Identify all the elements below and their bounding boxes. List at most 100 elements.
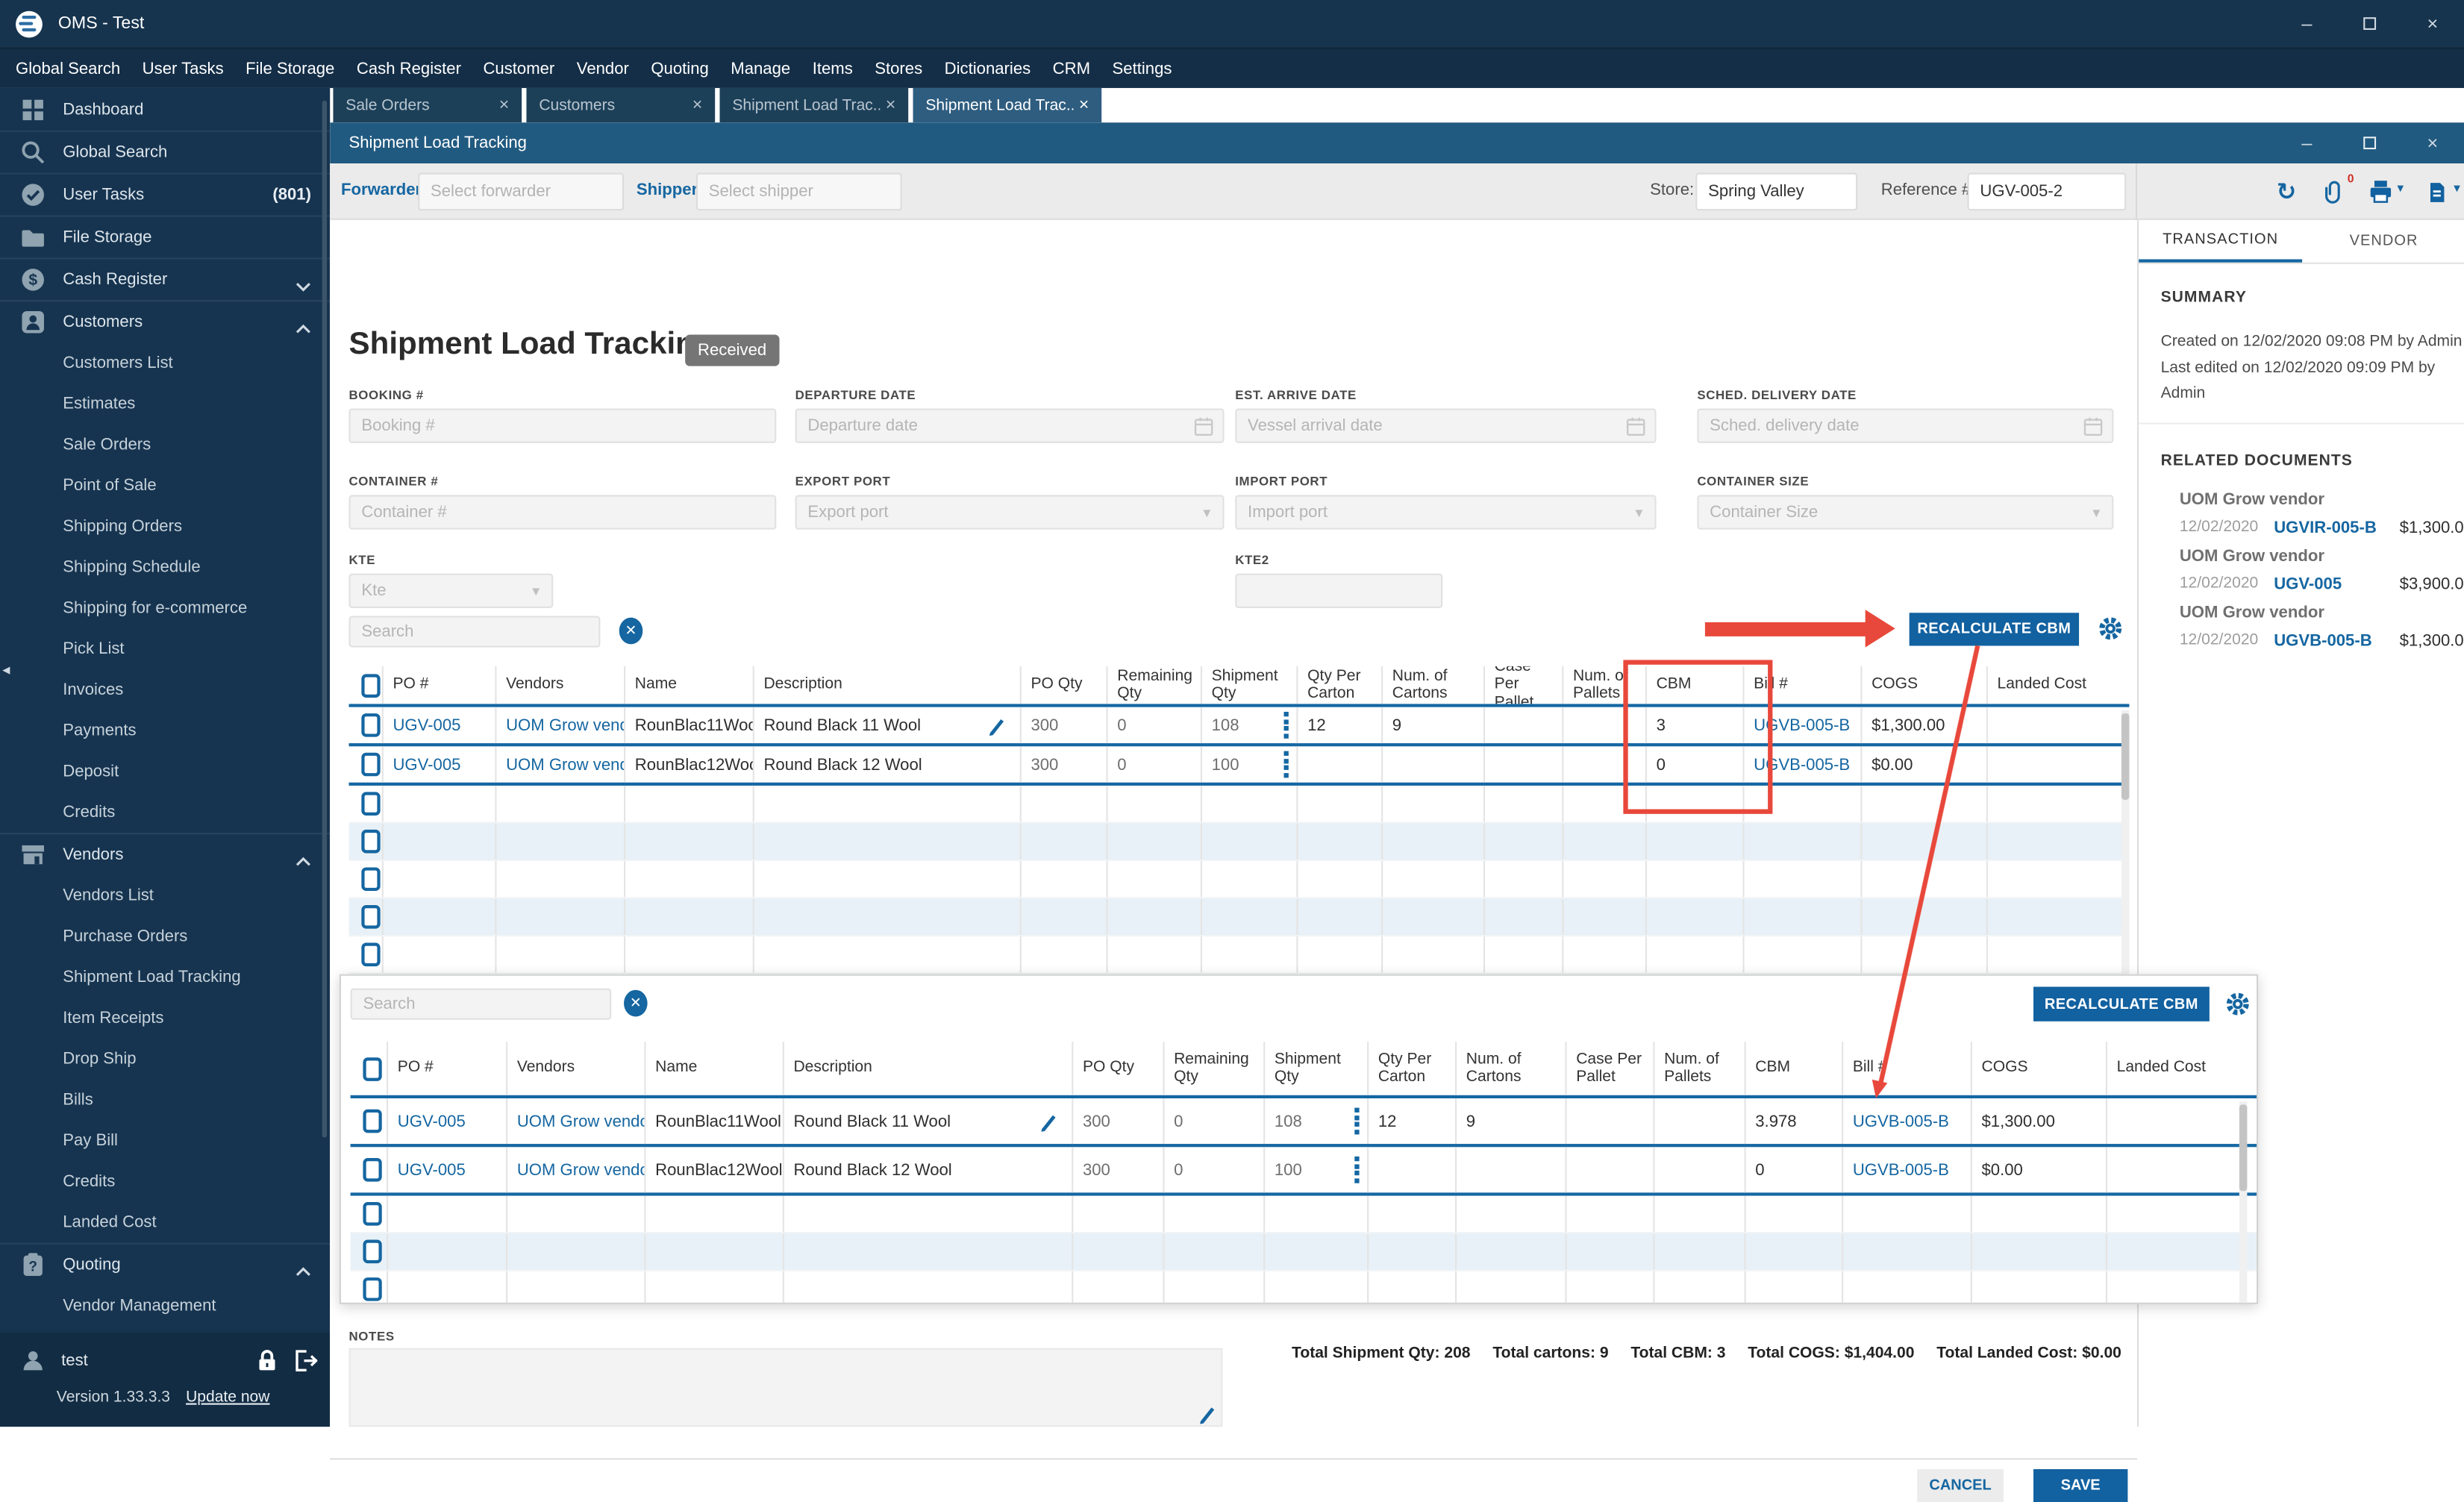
sidebar-item-customers[interactable]: Customers	[0, 300, 331, 342]
tab-close-icon[interactable]: ×	[692, 96, 703, 114]
cell-vendor[interactable]: UOM Grow vendor	[496, 707, 626, 744]
sidebar-item-dashboard[interactable]: Dashboard	[0, 88, 330, 131]
sidebar-subitem-bills[interactable]: Bills	[0, 1080, 330, 1121]
menu-item-crm[interactable]: CRM	[1042, 48, 1101, 89]
row-checkbox[interactable]	[361, 829, 381, 854]
reference-input[interactable]: UGV-005-2	[1967, 172, 2127, 211]
gear-icon[interactable]	[2096, 614, 2124, 642]
sidebar-subitem-shipping-orders[interactable]: Shipping Orders	[0, 506, 330, 547]
notes-textarea[interactable]	[348, 1348, 1223, 1427]
cell-vendor[interactable]: UOM Grow vendor	[507, 1147, 646, 1193]
cell-bill[interactable]: UGVB-005-B	[1843, 1147, 1972, 1193]
menu-item-quoting[interactable]: Quoting	[640, 48, 720, 89]
sidebar-subitem-pick-list[interactable]: Pick List	[0, 628, 330, 669]
search-input[interactable]: Search	[350, 988, 612, 1020]
row-menu-icon[interactable]	[1354, 1157, 1360, 1183]
column-header-cogs[interactable]: COGS	[1972, 1042, 2107, 1095]
row-menu-icon[interactable]	[1354, 1108, 1360, 1134]
menu-item-global-search[interactable]: Global Search	[4, 48, 131, 89]
sidebar-item-quoting[interactable]: ? Quoting	[0, 1242, 331, 1286]
column-header-remaining-qty[interactable]: Remaining Qty	[1164, 1042, 1266, 1095]
sched-delivery-date-input[interactable]: Sched. delivery date	[1697, 408, 2114, 443]
sidebar-subitem-pay-bill[interactable]: Pay Bill	[0, 1120, 330, 1161]
column-header-shipment-qty[interactable]: Shipment Qty	[1202, 666, 1298, 704]
column-header-landed-cost[interactable]: Landed Cost	[1988, 666, 2130, 704]
tab-customers-1[interactable]: Customers ×	[526, 87, 716, 123]
doc-maximize-button[interactable]	[2339, 132, 2401, 154]
doc-close-button[interactable]: ×	[2401, 132, 2464, 154]
row-checkbox[interactable]	[361, 942, 381, 967]
sidebar-subitem-credits[interactable]: Credits	[0, 1161, 330, 1202]
sidebar-subitem-estimates[interactable]: Estimates	[0, 384, 330, 425]
save-button[interactable]: SAVE	[2033, 1468, 2128, 1502]
app-close-button[interactable]: ×	[2401, 13, 2464, 34]
menu-item-cash-register[interactable]: Cash Register	[345, 48, 472, 89]
lock-icon[interactable]	[254, 1348, 280, 1374]
tab-close-icon[interactable]: ×	[886, 96, 896, 114]
sidebar-item-file-storage[interactable]: File Storage	[0, 215, 331, 258]
container-size-select[interactable]: Container Size ▼	[1697, 495, 2114, 530]
column-header-num-of-cartons[interactable]: Num. of Cartons	[1383, 666, 1486, 704]
sidebar-subitem-payments[interactable]: Payments	[0, 710, 330, 751]
table-scrollbar[interactable]	[2239, 1101, 2248, 1303]
tab-transaction[interactable]: TRANSACTION	[2139, 220, 2303, 263]
cell-vendor[interactable]: UOM Grow vendor	[496, 746, 626, 783]
tab-shipment-load-trac-3[interactable]: Shipment Load Trac... ×	[913, 87, 1102, 123]
column-header-cbm[interactable]: CBM	[1746, 1042, 1844, 1095]
column-header-name[interactable]: Name	[646, 1042, 784, 1095]
column-header-bill[interactable]: Bill #	[1843, 1042, 1972, 1095]
related-doc-link[interactable]: UGV-005	[2274, 575, 2342, 594]
column-header-description[interactable]: Description	[784, 1042, 1074, 1095]
column-header-num-of-pallets[interactable]: Num. of Pallets	[1654, 1042, 1746, 1095]
sidebar-item-vendors[interactable]: Vendors	[0, 833, 331, 875]
column-header-shipment-qty[interactable]: Shipment Qty	[1265, 1042, 1369, 1095]
row-checkbox[interactable]	[361, 904, 381, 929]
tab-vendor[interactable]: VENDOR	[2302, 220, 2464, 263]
sidebar-subitem-drop-ship[interactable]: Drop Ship	[0, 1039, 330, 1080]
kte2-input[interactable]	[1235, 573, 1443, 608]
cell-po[interactable]: UGV-005	[384, 707, 497, 744]
tab-close-icon[interactable]: ×	[1079, 96, 1089, 114]
recalculate-cbm-button[interactable]: RECALCULATE CBM	[2033, 986, 2210, 1021]
forwarder-input[interactable]: Select forwarder	[418, 172, 625, 211]
sidebar-scrollbar[interactable]	[322, 100, 328, 1138]
row-checkbox[interactable]	[361, 792, 381, 816]
column-header-po[interactable]: PO #	[384, 666, 497, 704]
row-checkbox[interactable]	[361, 752, 381, 777]
sidebar-subitem-shipping-for-e-commerce[interactable]: Shipping for e-commerce	[0, 588, 330, 629]
row-checkbox[interactable]	[361, 867, 381, 892]
cell-bill[interactable]: UGVB-005-B	[1843, 1098, 1972, 1145]
row-checkbox[interactable]	[361, 713, 381, 737]
row-checkbox[interactable]	[363, 1239, 382, 1264]
column-header-po-qty[interactable]: PO Qty	[1022, 666, 1108, 704]
sidebar-subitem-shipping-schedule[interactable]: Shipping Schedule	[0, 547, 330, 588]
menu-item-stores[interactable]: Stores	[864, 48, 934, 89]
cell-po[interactable]: UGV-005	[384, 746, 497, 783]
column-header-po-qty[interactable]: PO Qty	[1073, 1042, 1165, 1095]
column-header-landed-cost[interactable]: Landed Cost	[2107, 1042, 2257, 1095]
clear-search-icon[interactable]: ✕	[624, 989, 648, 1017]
row-checkbox[interactable]	[363, 1109, 382, 1133]
tab-shipment-load-trac-2[interactable]: Shipment Load Trac... ×	[719, 87, 909, 123]
edit-description-icon[interactable]	[986, 714, 1007, 736]
sidebar-subitem-purchase-orders[interactable]: Purchase Orders	[0, 916, 330, 957]
row-menu-icon[interactable]	[1283, 751, 1289, 777]
shipper-input[interactable]: Select shipper	[695, 172, 902, 211]
menu-item-items[interactable]: Items	[801, 48, 864, 89]
sidebar-subitem-point-of-sale[interactable]: Point of Sale	[0, 465, 330, 506]
row-checkbox[interactable]	[363, 1201, 382, 1226]
app-maximize-button[interactable]	[2339, 13, 2401, 34]
select-all-checkbox[interactable]	[361, 673, 381, 697]
gear-icon[interactable]	[2224, 990, 2252, 1018]
sidebar-subitem-vendors-list[interactable]: Vendors List	[0, 875, 330, 916]
sidebar-subitem-customers-list[interactable]: Customers List	[0, 342, 330, 384]
sidebar-subitem-item-receipts[interactable]: Item Receipts	[0, 998, 330, 1039]
sidebar-subitem-landed-cost[interactable]: Landed Cost	[0, 1202, 330, 1243]
sidebar-subitem-sale-orders[interactable]: Sale Orders	[0, 425, 330, 466]
column-header-vendors[interactable]: Vendors	[496, 666, 626, 704]
kte-select[interactable]: Kte ▼	[348, 573, 554, 608]
table-scrollbar[interactable]	[2121, 710, 2130, 974]
sidebar-collapse-icon[interactable]: ◄	[0, 663, 13, 678]
clear-search-icon[interactable]: ✕	[619, 617, 643, 645]
sidebar-subitem-credits[interactable]: Credits	[0, 792, 330, 833]
